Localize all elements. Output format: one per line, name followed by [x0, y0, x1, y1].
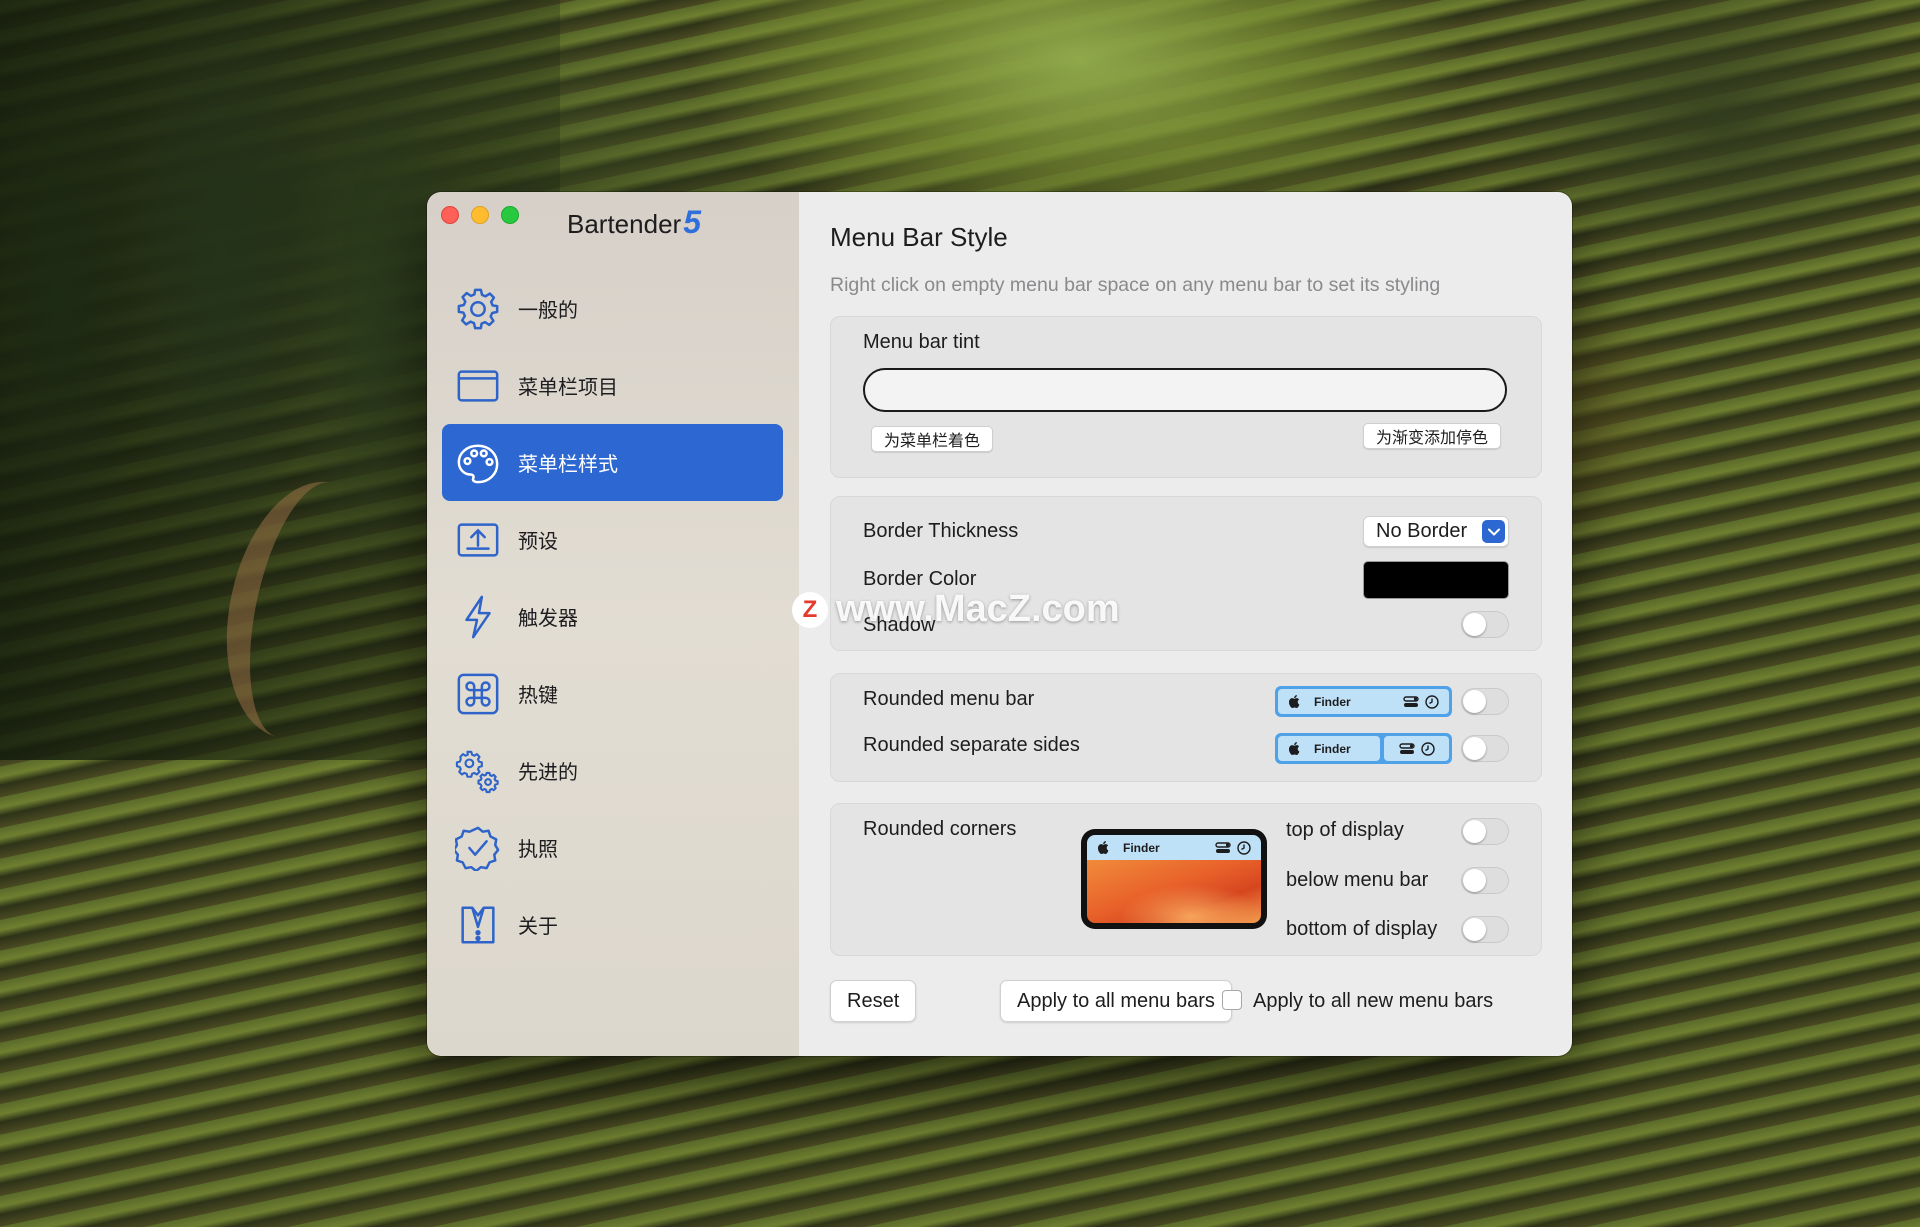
- sidebar-item-label: 先进的: [518, 762, 578, 784]
- control-center-icon: [1215, 841, 1231, 853]
- control-center-icon: [1403, 695, 1419, 707]
- page-subtitle: Right click on empty menu bar space on a…: [830, 274, 1441, 296]
- gears-icon: [454, 747, 502, 795]
- sidebar-item-label: 预设: [518, 531, 558, 553]
- page-title: Menu Bar Style: [830, 222, 1008, 252]
- sidebar-item-hotkeys[interactable]: 热键: [442, 655, 783, 732]
- sidebar-item-menu-bar-style[interactable]: 菜单栏样式: [442, 424, 783, 501]
- rounded-separate-sides-label: Rounded separate sides: [863, 734, 1080, 756]
- rounded-menu-bar-preview: Finder: [1275, 686, 1452, 717]
- apple-logo-icon: [1288, 695, 1300, 708]
- tint-gradient-well[interactable]: [863, 368, 1507, 412]
- sidebar-item-advanced[interactable]: 先进的: [442, 732, 783, 809]
- sidebar-item-label: 关于: [518, 916, 558, 938]
- app-version-mark: 5: [683, 204, 701, 240]
- rounded-corners-label: Rounded corners: [863, 818, 1017, 840]
- preview-app-name: Finder: [1314, 741, 1351, 756]
- sidebar-item-label: 触发器: [518, 608, 578, 630]
- sidebar-item-about[interactable]: 关于: [442, 886, 783, 963]
- preset-upload-icon: [454, 516, 502, 564]
- sidebar: Bartender5 一般的 菜单栏项目 菜单栏样式 预设 触发器 热键 先进的…: [427, 192, 799, 1056]
- border-thickness-select[interactable]: No Border: [1363, 516, 1509, 547]
- control-center-icon: [1398, 742, 1415, 754]
- apply-to-new-menu-bars-checkbox[interactable]: [1222, 990, 1242, 1010]
- close-window-button[interactable]: [441, 206, 459, 224]
- rounded-menu-bar-label: Rounded menu bar: [863, 688, 1035, 710]
- sidebar-nav: 一般的 菜单栏项目 菜单栏样式 预设 触发器 热键 先进的 执照 关于: [442, 270, 783, 963]
- below-menu-bar-toggle[interactable]: [1461, 867, 1509, 894]
- zoom-window-button[interactable]: [501, 206, 519, 224]
- palette-icon: [454, 439, 502, 487]
- border-color-well[interactable]: [1363, 561, 1509, 599]
- gear-icon: [454, 285, 502, 333]
- clock-icon: [1237, 840, 1251, 855]
- apply-to-all-menu-bars-button[interactable]: Apply to all menu bars: [1000, 980, 1232, 1022]
- minimize-window-button[interactable]: [471, 206, 489, 224]
- sidebar-item-label: 一般的: [518, 300, 578, 322]
- wallpaper-thumbnail: [1087, 860, 1261, 923]
- command-key-icon: [454, 670, 502, 718]
- rounded-corners-group: Rounded corners Finder top of display be…: [830, 803, 1542, 956]
- bartender-vest-icon: [454, 901, 502, 949]
- rounded-corners-preview: Finder: [1081, 829, 1267, 929]
- watermark-badge: Z: [792, 591, 828, 628]
- app-title: Bartender5: [567, 204, 701, 241]
- tint-group: Menu bar tint 为菜单栏着色 为渐变添加停色: [830, 316, 1542, 478]
- watermark: Z www.MacZ.com: [792, 588, 1120, 631]
- apple-logo-icon: [1288, 742, 1300, 755]
- chevron-down-icon: [1482, 520, 1505, 543]
- below-menu-bar-label: below menu bar: [1286, 869, 1429, 891]
- clock-icon: [1425, 694, 1439, 709]
- tint-label: Menu bar tint: [863, 331, 980, 353]
- sidebar-item-triggers[interactable]: 触发器: [442, 578, 783, 655]
- border-thickness-label: Border Thickness: [863, 520, 1019, 542]
- shadow-toggle[interactable]: [1461, 611, 1509, 638]
- reset-button[interactable]: Reset: [830, 980, 917, 1022]
- apple-logo-icon: [1097, 841, 1109, 854]
- watermark-text: www.MacZ.com: [836, 588, 1120, 630]
- menu-bar-window-icon: [454, 362, 502, 410]
- preview-app-name: Finder: [1123, 840, 1160, 855]
- app-name: Bartender: [567, 209, 682, 239]
- bottom-of-display-label: bottom of display: [1286, 918, 1438, 940]
- sidebar-item-label: 执照: [518, 839, 558, 861]
- rounded-separate-sides-preview: Finder: [1275, 733, 1452, 764]
- window-controls: [441, 206, 519, 224]
- sidebar-item-menu-bar-items[interactable]: 菜单栏项目: [442, 347, 783, 424]
- rounded-separate-sides-toggle[interactable]: [1461, 735, 1509, 762]
- license-badge-icon: [454, 824, 502, 872]
- border-thickness-value: No Border: [1376, 520, 1468, 542]
- sidebar-item-license[interactable]: 执照: [442, 809, 783, 886]
- rounded-bar-group: Rounded menu bar Finder Rounded separate…: [830, 673, 1542, 782]
- sidebar-item-presets[interactable]: 预设: [442, 501, 783, 578]
- sidebar-item-label: 菜单栏项目: [518, 377, 618, 399]
- tint-menu-bar-button[interactable]: 为菜单栏着色: [871, 426, 994, 452]
- sidebar-item-label: 热键: [518, 685, 558, 707]
- apply-to-new-menu-bars-label: Apply to all new menu bars: [1253, 990, 1494, 1012]
- sidebar-item-label: 菜单栏样式: [518, 454, 618, 476]
- sidebar-item-general[interactable]: 一般的: [442, 270, 783, 347]
- lightning-bolt-icon: [454, 593, 502, 641]
- preview-app-name: Finder: [1314, 694, 1351, 709]
- top-of-display-toggle[interactable]: [1461, 818, 1509, 845]
- top-of-display-label: top of display: [1286, 819, 1404, 841]
- add-gradient-stop-button[interactable]: 为渐变添加停色: [1362, 423, 1501, 449]
- clock-icon: [1420, 741, 1435, 756]
- bottom-of-display-toggle[interactable]: [1461, 916, 1509, 943]
- rounded-menu-bar-toggle[interactable]: [1461, 688, 1509, 715]
